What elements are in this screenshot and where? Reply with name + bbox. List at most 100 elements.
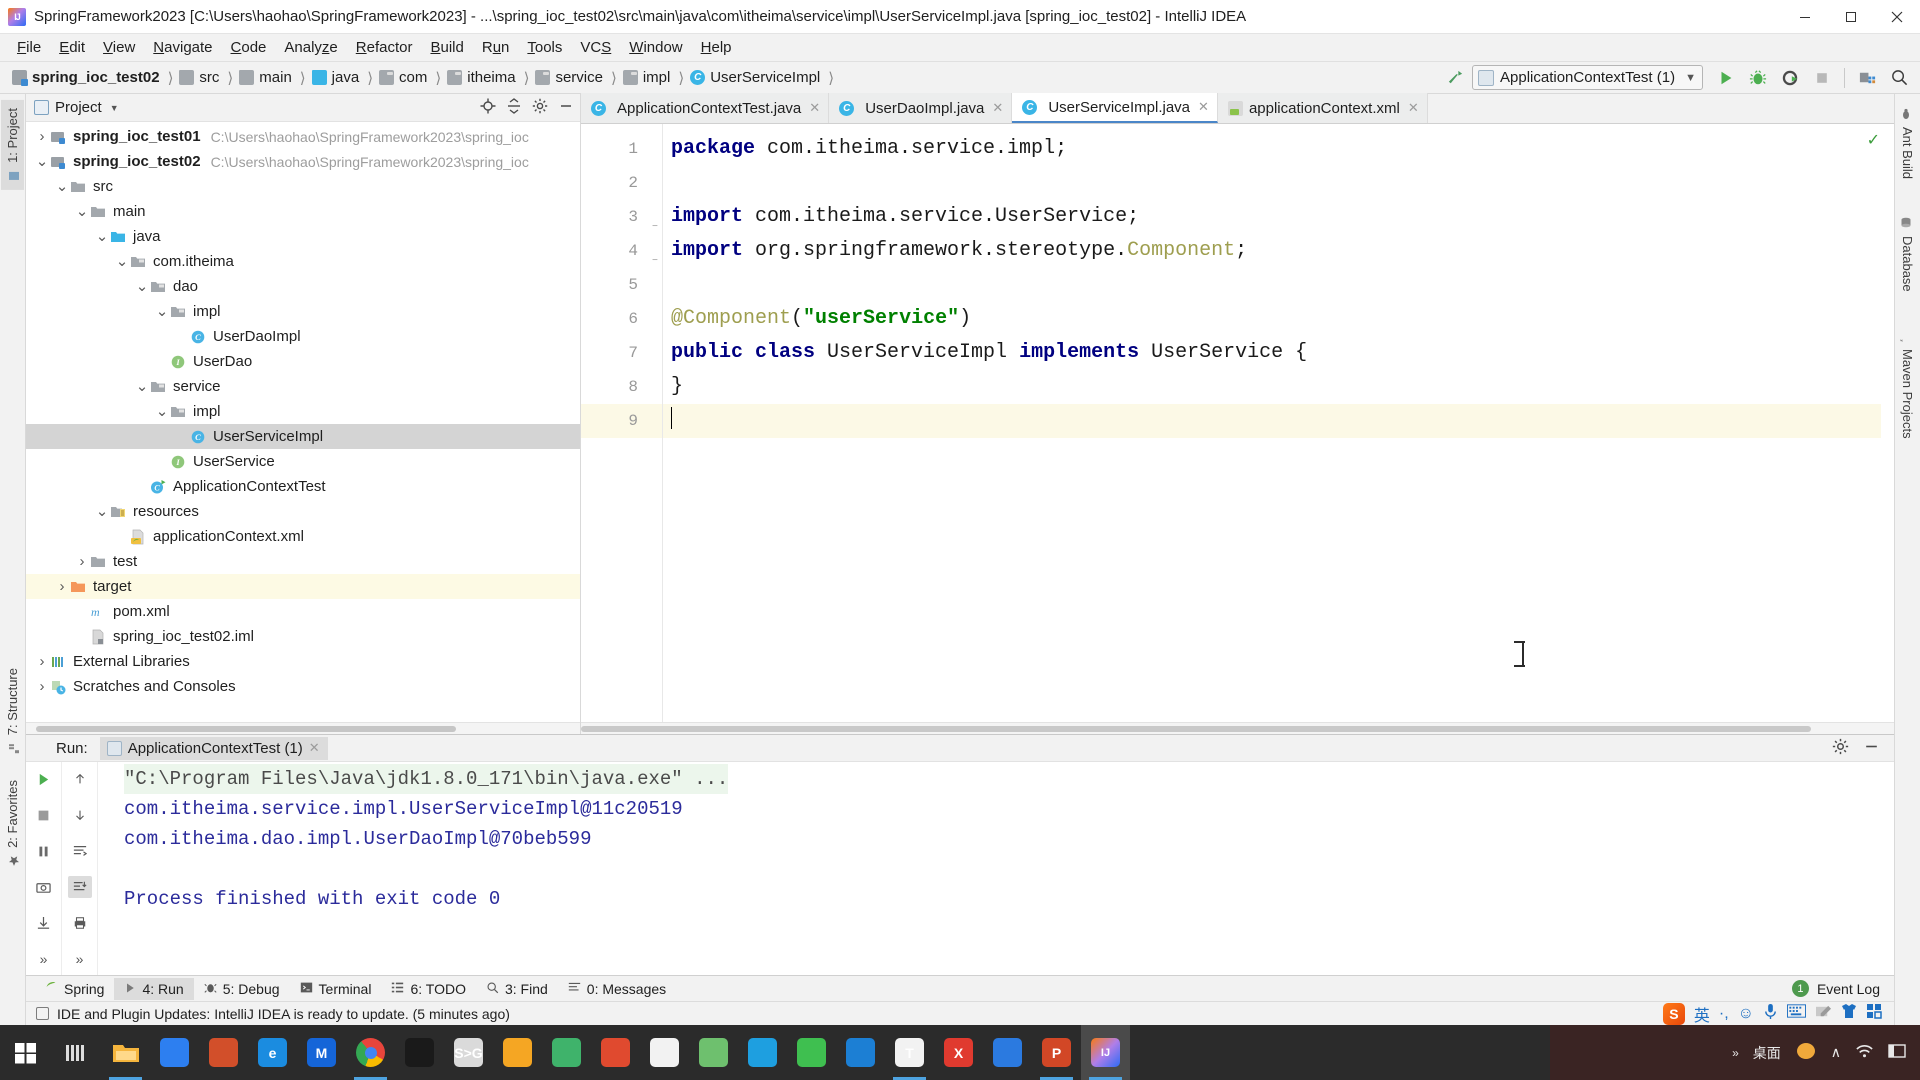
tree-node-impl[interactable]: ⌄ impl — [26, 299, 580, 324]
tree-node-java[interactable]: ⌄ java — [26, 224, 580, 249]
tree-node-applicationcontext-xml[interactable]: applicationContext.xml — [26, 524, 580, 549]
tree-node-resources[interactable]: ⌄ resources — [26, 499, 580, 524]
taskbar-bluetooth-app[interactable] — [150, 1025, 199, 1080]
breadcrumb-impl[interactable]: impl — [621, 67, 675, 88]
tree-node-target[interactable]: › target — [26, 574, 580, 599]
tree-node-dao[interactable]: ⌄ dao — [26, 274, 580, 299]
keyboard-icon[interactable] — [1787, 1004, 1806, 1023]
chevron-down-icon[interactable]: ⌄ — [154, 304, 170, 319]
taskbar-qq-browser-app[interactable] — [836, 1025, 885, 1080]
scroll-end-icon[interactable] — [67, 876, 92, 898]
gear-icon[interactable] — [532, 98, 548, 118]
chevron-down-icon[interactable]: ⌄ — [74, 204, 90, 219]
notification-icon[interactable] — [36, 1007, 49, 1020]
handwriting-icon[interactable] — [1815, 1004, 1832, 1024]
run-button[interactable] — [1711, 64, 1741, 92]
toolbox-icon[interactable] — [1866, 1003, 1882, 1024]
maximize-icon[interactable] — [1828, 0, 1874, 34]
line-number[interactable]: 3− — [581, 200, 662, 234]
tab-debug[interactable]: 5: Debug — [194, 978, 290, 1000]
taskbar-wechat-app[interactable] — [787, 1025, 836, 1080]
menu-tools[interactable]: Tools — [518, 36, 571, 59]
menu-run[interactable]: Run — [473, 36, 519, 59]
line-number-gutter[interactable]: 1 2 3−4−5 6 7 8 9 — [581, 124, 663, 722]
chevron-right-icon[interactable]: › — [74, 553, 90, 570]
editor-vertical-scrollbar[interactable] — [1881, 124, 1894, 722]
taskbar-powerpoint-app[interactable]: P — [1032, 1025, 1081, 1080]
tree-node-userservice[interactable]: I UserService — [26, 449, 580, 474]
tree-node-spring-ioc-test02-iml[interactable]: spring_ioc_test02.iml — [26, 624, 580, 649]
taskbar-xmind-app[interactable] — [591, 1025, 640, 1080]
code-content[interactable]: package com.itheima.service.impl; import … — [663, 124, 1894, 722]
tree-node-scratches-and-consoles[interactable]: › Scratches and Consoles — [26, 674, 580, 699]
code-line[interactable]: package com.itheima.service.impl; — [663, 132, 1894, 166]
print-icon[interactable] — [68, 912, 92, 934]
tab-application-context-test[interactable]: C ApplicationContextTest.java ✕ — [581, 93, 830, 123]
line-number[interactable]: 9 — [581, 404, 662, 438]
close-icon[interactable]: ✕ — [1408, 100, 1419, 116]
line-number[interactable]: 4− — [581, 234, 662, 268]
tab-terminal[interactable]: Terminal — [290, 978, 382, 1000]
expand-tray-icon[interactable]: » — [1732, 1046, 1739, 1060]
taskbar-terminal-app[interactable] — [395, 1025, 444, 1080]
menu-refactor[interactable]: Refactor — [347, 36, 422, 59]
code-line[interactable]: @Component("userService") — [663, 302, 1894, 336]
chevron-down-icon[interactable]: ⌄ — [54, 179, 70, 194]
taskbar-wechat-dev-app[interactable] — [689, 1025, 738, 1080]
show-desktop-label[interactable]: 桌面 — [1753, 1043, 1781, 1063]
target-icon[interactable] — [480, 98, 496, 118]
chevron-right-icon[interactable]: › — [34, 678, 50, 695]
tree-node-applicationcontexttest[interactable]: C ApplicationContextTest — [26, 474, 580, 499]
taskbar-xshell-app[interactable]: X — [934, 1025, 983, 1080]
breadcrumb-service[interactable]: service — [533, 67, 607, 88]
tree-node-external-libraries[interactable]: › External Libraries — [26, 649, 580, 674]
taskbar-baidu-netdisk-app[interactable] — [983, 1025, 1032, 1080]
tree-node-userdaoimpl[interactable]: C UserDaoImpl — [26, 324, 580, 349]
camera-icon[interactable] — [32, 876, 56, 898]
console-vertical-scrollbar[interactable] — [1907, 0, 1920, 1080]
code-line[interactable]: import com.itheima.service.UserService; — [663, 200, 1894, 234]
event-log-area[interactable]: 1 Event Log — [1791, 980, 1894, 997]
chevron-down-icon[interactable]: ⌄ — [134, 379, 150, 394]
show-hidden-icons[interactable]: ∧ — [1831, 1044, 1841, 1061]
taskbar-snipaste-app[interactable]: S>G — [444, 1025, 493, 1080]
minus-icon[interactable] — [558, 98, 574, 118]
project-tree[interactable]: › spring_ioc_test01 C:\Users\haohao\Spring… — [26, 122, 580, 722]
close-icon[interactable]: ✕ — [809, 100, 820, 116]
chevron-down-icon[interactable]: ⌄ — [34, 154, 50, 169]
code-line[interactable]: } — [663, 370, 1894, 404]
hammer-icon[interactable] — [1440, 64, 1470, 92]
menu-file[interactable]: FFileile — [8, 36, 50, 59]
close-icon[interactable]: ✕ — [309, 740, 320, 756]
taskbar-clock-app[interactable] — [640, 1025, 689, 1080]
punctuation-icon[interactable]: ·, — [1719, 1005, 1729, 1023]
minus-icon[interactable] — [1863, 738, 1880, 759]
run-configuration-selector[interactable]: ApplicationContextTest (1) ▼ — [1472, 65, 1703, 90]
chevron-down-icon[interactable]: ⌄ — [114, 254, 130, 269]
tab-user-service-impl[interactable]: C UserServiceImpl.java ✕ — [1012, 93, 1218, 123]
close-icon[interactable]: ✕ — [1198, 99, 1209, 115]
windows-start-icon[interactable] — [0, 1025, 52, 1080]
arrow-up-icon[interactable] — [68, 768, 92, 790]
debug-button[interactable] — [1743, 64, 1773, 92]
chevron-down-icon[interactable]: ⌄ — [94, 504, 110, 519]
export-icon[interactable] — [32, 912, 56, 934]
tree-node-spring-ioc-test02[interactable]: ⌄ spring_ioc_test02 C:\Users\haohao\Spring… — [26, 149, 580, 174]
line-number[interactable]: 7 — [581, 336, 662, 370]
chevron-down-icon[interactable]: ⌄ — [134, 279, 150, 294]
ime-mode-indicator[interactable]: 英 — [1694, 1002, 1710, 1026]
taskbar-thunder-app[interactable] — [493, 1025, 542, 1080]
menu-help[interactable]: Help — [692, 36, 741, 59]
chevron-right-icon[interactable]: › — [34, 653, 50, 670]
sidebar-item-favorites[interactable]: 2: Favorites — [1, 772, 24, 875]
code-line[interactable] — [663, 166, 1894, 200]
breadcrumb-module[interactable]: spring_ioc_test02 — [10, 67, 164, 88]
breadcrumb-main[interactable]: main — [237, 67, 296, 88]
breadcrumb-src[interactable]: src — [177, 67, 223, 88]
chevron-right-icon[interactable]: » — [68, 948, 92, 970]
sogou-ime-logo[interactable]: S — [1662, 1002, 1685, 1025]
tree-node-userserviceimpl[interactable]: C UserServiceImpl — [26, 424, 580, 449]
tab-messages[interactable]: 0: Messages — [558, 978, 676, 1000]
collapse-all-icon[interactable] — [506, 97, 522, 118]
taskbar-edge-browser[interactable]: e — [248, 1025, 297, 1080]
